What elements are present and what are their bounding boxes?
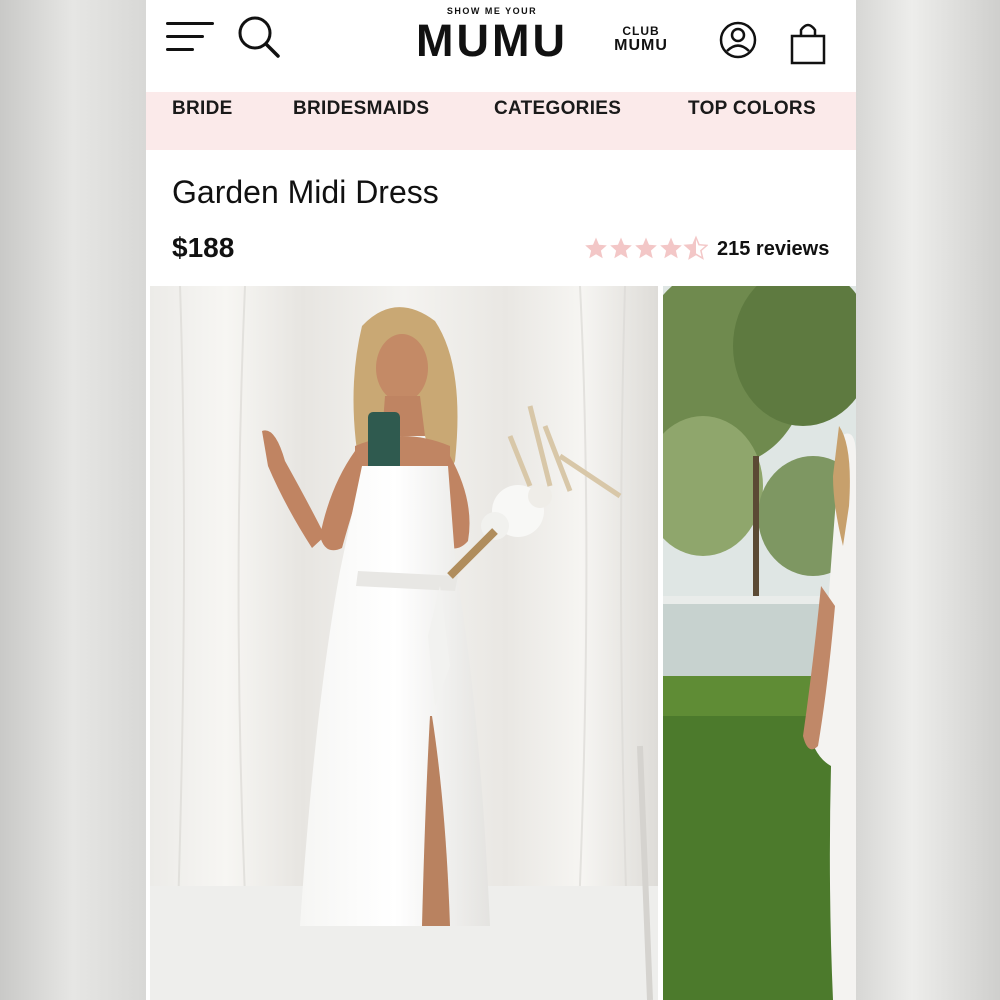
phone-screen: SHOW ME YOUR MUMU CLUB MUMU BRIDE BRIDES… xyxy=(146,0,856,1000)
star-icon xyxy=(610,237,632,259)
nav-item-bridesmaids[interactable]: BRIDESMAIDS xyxy=(293,98,429,120)
product-photo-main[interactable] xyxy=(150,286,658,1000)
brand-logo[interactable]: SHOW ME YOUR MUMU xyxy=(414,6,570,64)
site-header: SHOW ME YOUR MUMU CLUB MUMU xyxy=(146,0,856,92)
product-title: Garden Midi Dress xyxy=(172,174,439,210)
star-icon xyxy=(585,237,607,259)
menu-icon[interactable] xyxy=(166,20,214,56)
product-price: $188 xyxy=(172,232,235,263)
club-label: CLUB xyxy=(622,24,660,38)
nav-item-bride[interactable]: BRIDE xyxy=(172,98,233,120)
half-star-icon xyxy=(683,235,708,260)
brand-name: MUMU xyxy=(416,15,568,66)
club-mumu-link[interactable]: CLUB MUMU xyxy=(608,24,674,54)
shopping-bag-icon[interactable] xyxy=(788,20,828,66)
nav-item-top-colors[interactable]: TOP COLORS xyxy=(688,98,816,120)
nav-item-categories[interactable]: CATEGORIES xyxy=(494,98,621,120)
star-icon xyxy=(635,237,657,259)
product-photo-secondary[interactable] xyxy=(663,286,856,1000)
rating-stars[interactable] xyxy=(584,235,708,261)
background-right xyxy=(854,0,1000,1000)
category-nav: BRIDE BRIDESMAIDS CATEGORIES TOP COLORS xyxy=(146,92,856,150)
search-icon[interactable] xyxy=(236,14,282,60)
account-icon[interactable] xyxy=(718,20,758,60)
star-icon xyxy=(660,237,682,259)
club-name: MUMU xyxy=(614,37,668,54)
background-left xyxy=(0,0,146,1000)
reviews-link[interactable]: 215 reviews xyxy=(717,238,829,261)
